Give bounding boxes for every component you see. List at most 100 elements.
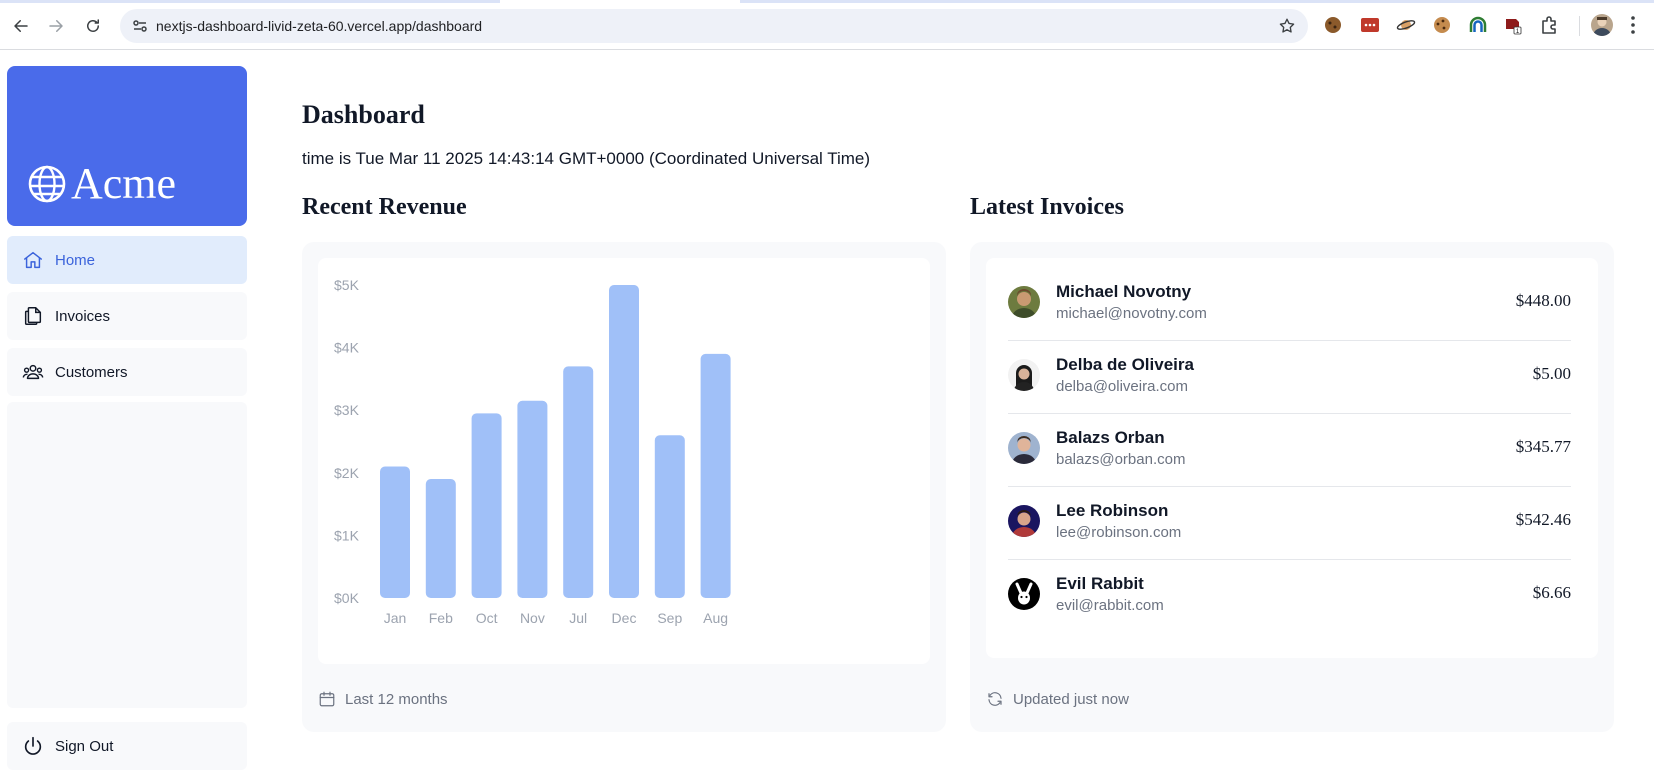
invoice-row[interactable]: Balazs Orban balazs@orban.com $345.77 — [1008, 410, 1571, 487]
revenue-bar-jan — [380, 466, 410, 598]
invoice-amount: $5.00 — [1532, 364, 1571, 383]
invoices-title: Latest Invoices — [970, 194, 1124, 220]
avatar — [1008, 432, 1040, 464]
logo-banner[interactable]: Acme — [7, 66, 247, 226]
x-tick-label: Sep — [657, 610, 682, 626]
invoice-row[interactable]: Evil Rabbit evil@rabbit.com $6.66 — [1008, 556, 1571, 633]
sidebar-item-home[interactable]: Home — [7, 236, 247, 284]
revenue-chart-card: $5K $4K $3K $2K $1K $0K Jan Feb Oct Nov Jul Dec Sep A… — [318, 258, 930, 664]
customer-name: Delba de Oliveira — [1056, 355, 1194, 374]
refresh-icon — [988, 692, 1002, 706]
profile-avatar-icon[interactable] — [1591, 14, 1613, 36]
arrow-right-icon — [49, 20, 63, 32]
invoice-amount: $6.66 — [1532, 583, 1571, 602]
y-tick-label: $2K — [334, 465, 360, 481]
invoices-footer: Updated just now — [986, 690, 1129, 708]
toolbar-divider — [1579, 16, 1580, 36]
y-tick-label: $5K — [334, 277, 360, 293]
user-group-icon — [21, 360, 45, 384]
power-icon — [21, 734, 45, 758]
x-tick-label: Feb — [429, 610, 453, 626]
invoices-panel: Michael Novotny michael@novotny.com $448… — [970, 242, 1614, 732]
revenue-chart: $5K $4K $3K $2K $1K $0K Jan Feb Oct Nov Jul Dec Sep A… — [334, 277, 731, 626]
sign-out-label: Sign Out — [55, 737, 114, 755]
extension-badge-icon[interactable]: 1 — [1503, 15, 1523, 35]
avatar — [1008, 505, 1040, 537]
invoice-row[interactable]: Lee Robinson lee@robinson.com $542.46 — [1008, 483, 1571, 560]
invoice-amount: $448.00 — [1515, 291, 1571, 310]
customer-name: Balazs Orban — [1056, 428, 1165, 447]
home-icon — [21, 248, 45, 272]
y-tick-label: $0K — [334, 590, 360, 606]
x-tick-label: Jul — [569, 610, 587, 626]
customer-name: Evil Rabbit — [1056, 574, 1144, 593]
url-text[interactable]: nextjs-dashboard-livid-zeta-60.vercel.ap… — [156, 18, 482, 34]
page-title: Dashboard — [302, 100, 425, 129]
sidebar-item-invoices[interactable]: Invoices — [7, 292, 247, 340]
invoice-amount: $542.46 — [1515, 510, 1571, 529]
revenue-bar-nov — [517, 400, 548, 598]
reload-button[interactable] — [78, 11, 108, 41]
address-bar[interactable]: nextjs-dashboard-livid-zeta-60.vercel.ap… — [120, 9, 1308, 43]
forward-button[interactable] — [41, 11, 71, 41]
calendar-icon — [319, 691, 335, 707]
main-content: Dashboard time is Tue Mar 11 2025 14:43:… — [302, 66, 1642, 757]
arrow-left-icon — [14, 20, 28, 32]
sidebar-item-label: Customers — [55, 363, 128, 381]
avatar — [1008, 286, 1040, 318]
extension-cookie-icon[interactable] — [1323, 15, 1343, 35]
site-settings-icon[interactable] — [132, 18, 148, 34]
revenue-bar-oct — [471, 413, 502, 598]
invoices-footer-text: Updated just now — [1013, 690, 1129, 708]
sidebar: Acme Home Invoices Customers Sign Out — [7, 66, 247, 770]
customer-email: balazs@orban.com — [1056, 451, 1186, 468]
sidebar-item-label: Invoices — [55, 307, 111, 325]
logo-text: Acme — [71, 159, 177, 208]
sign-out-button[interactable]: Sign Out — [7, 722, 247, 770]
reload-icon — [87, 19, 99, 32]
y-tick-label: $4K — [334, 340, 360, 356]
x-tick-label: Jan — [384, 610, 407, 626]
x-tick-label: Oct — [476, 610, 498, 626]
browser-menu-icon[interactable] — [1630, 15, 1636, 35]
extension-saturn-icon[interactable] — [1396, 15, 1416, 35]
revenue-panel: $5K $4K $3K $2K $1K $0K Jan Feb Oct Nov Jul Dec Sep A… — [302, 242, 946, 732]
globe-icon — [28, 165, 66, 203]
invoices-list: Michael Novotny michael@novotny.com $448… — [986, 258, 1598, 658]
sidebar-item-customers[interactable]: Customers — [7, 348, 247, 396]
invoice-row[interactable]: Delba de Oliveira delba@oliveira.com $5.… — [1008, 337, 1571, 414]
revenue-bar-aug — [700, 353, 731, 598]
tab-strip-edge — [0, 0, 1654, 3]
avatar — [1008, 359, 1040, 391]
extension-rainbow-icon[interactable] — [1468, 15, 1488, 35]
x-tick-label: Nov — [520, 610, 545, 626]
customer-name: Lee Robinson — [1056, 501, 1169, 520]
revenue-footer: Last 12 months — [318, 690, 448, 708]
customer-email: lee@robinson.com — [1056, 524, 1182, 541]
y-tick-label: $3K — [334, 402, 360, 418]
revenue-bar-dec — [609, 285, 639, 598]
customer-email: michael@novotny.com — [1056, 305, 1207, 322]
extension-password-icon[interactable] — [1360, 15, 1380, 35]
revenue-title: Recent Revenue — [302, 194, 467, 220]
customer-email: delba@oliveira.com — [1056, 378, 1188, 395]
extension-cookie-alt-icon[interactable] — [1432, 15, 1452, 35]
x-tick-label: Dec — [612, 610, 637, 626]
customer-email: evil@rabbit.com — [1056, 597, 1164, 614]
revenue-footer-text: Last 12 months — [345, 690, 448, 708]
customer-name: Michael Novotny — [1056, 282, 1192, 301]
invoice-row[interactable]: Michael Novotny michael@novotny.com $448… — [1008, 264, 1571, 341]
avatar — [1008, 578, 1040, 610]
browser-toolbar: nextjs-dashboard-livid-zeta-60.vercel.ap… — [0, 0, 1654, 50]
back-button[interactable] — [6, 11, 36, 41]
extensions-puzzle-icon[interactable] — [1539, 15, 1559, 35]
revenue-bar-jul — [563, 366, 594, 598]
revenue-bar-feb — [425, 479, 456, 598]
revenue-bar-sep — [654, 435, 685, 598]
invoice-amount: $345.77 — [1515, 437, 1571, 456]
document-duplicate-icon — [21, 304, 45, 328]
sidebar-item-label: Home — [55, 251, 96, 269]
y-tick-label: $1K — [334, 527, 360, 543]
sidebar-spacer — [7, 402, 247, 708]
bookmark-star-icon[interactable] — [1278, 17, 1296, 35]
